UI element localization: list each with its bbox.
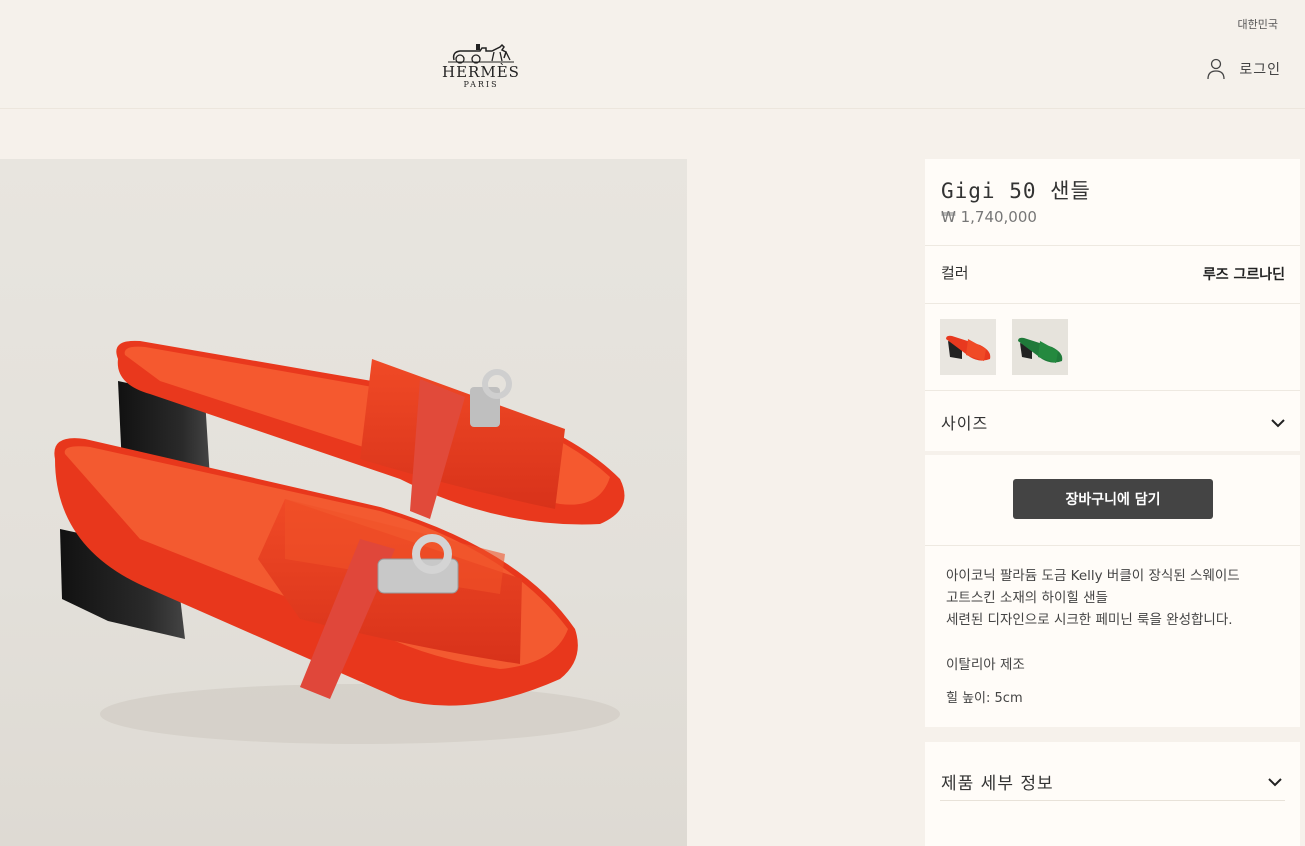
- description-line: 고트스킨 소재의 하이힐 샌들: [946, 590, 1108, 606]
- divider: [925, 545, 1300, 546]
- red-sandal-thumbnail-icon: [946, 335, 991, 361]
- login-label: 로그인: [1239, 62, 1281, 78]
- product-price: ₩ 1,740,000: [941, 208, 1037, 226]
- description-line: 아이코닉 팔라듐 도금 Kelly 버클이 장식된 스웨이드: [946, 568, 1240, 584]
- brand-name: HERMÈS: [442, 63, 520, 81]
- product-details-toggle[interactable]: 제품 세부 정보: [941, 769, 1054, 794]
- divider: [940, 800, 1285, 801]
- swatch-green[interactable]: [1012, 319, 1068, 375]
- details-panel: 제품 세부 정보: [925, 742, 1300, 846]
- add-to-cart-button[interactable]: 장바구니에 담기: [1013, 479, 1213, 519]
- made-in-text: 이탈리아 제조: [946, 657, 1025, 673]
- color-value: 루즈 그르나딘: [1202, 267, 1285, 283]
- carriage-logo-icon: [448, 43, 514, 64]
- divider: [925, 303, 1300, 304]
- size-label: 사이즈: [941, 414, 989, 433]
- product-title: Gigi 50 샌들: [941, 179, 1091, 203]
- color-label: 컬러: [941, 264, 969, 282]
- brand-subtitle: PARIS: [463, 80, 499, 89]
- site-header: HERMÈS PARIS 대한민국 로그인: [0, 0, 1305, 109]
- swatch-red[interactable]: [940, 319, 996, 375]
- divider: [925, 245, 1300, 246]
- user-icon: [1207, 58, 1226, 80]
- hermes-logo[interactable]: HERMÈS PARIS: [436, 42, 526, 96]
- sandal-image: [54, 340, 625, 744]
- description-line: 세련된 디자인으로 시크한 페미닌 룩을 완성합니다.: [946, 612, 1233, 628]
- purchase-panel: 장바구니에 담기 아이코닉 팔라듐 도금 Kelly 버클이 장식된 스웨이드 …: [925, 455, 1300, 727]
- chevron-down-icon[interactable]: [1268, 777, 1282, 787]
- green-sandal-thumbnail-icon: [1018, 337, 1063, 363]
- product-info-panel: Gigi 50 샌들 ₩ 1,740,000 컬러 루즈 그르나딘 사이즈: [925, 159, 1300, 451]
- heel-height-text: 힐 높이: 5cm: [946, 691, 1023, 706]
- region-selector[interactable]: 대한민국: [1238, 16, 1278, 32]
- chevron-down-icon[interactable]: [1271, 418, 1285, 428]
- divider: [925, 390, 1300, 391]
- product-main-image[interactable]: [0, 159, 687, 846]
- product-description: 아이코닉 팔라듐 도금 Kelly 버클이 장식된 스웨이드 고트스킨 소재의 …: [946, 565, 1240, 631]
- login-button[interactable]: 로그인: [1207, 58, 1281, 80]
